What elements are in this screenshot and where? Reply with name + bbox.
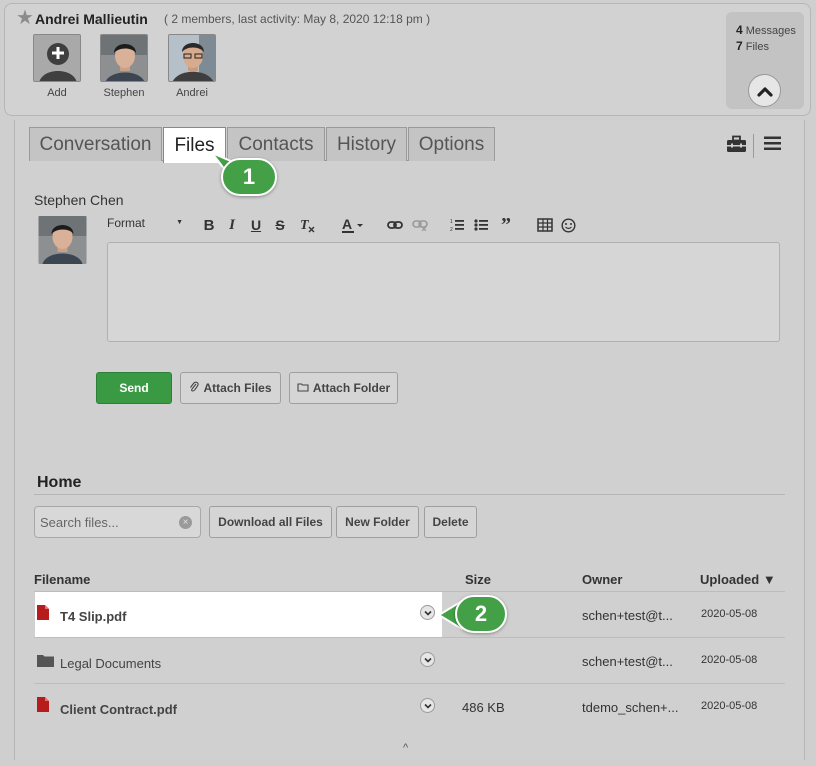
member-name: Stephen [103,87,145,99]
section-divider [34,494,785,495]
svg-text:T: T [300,218,310,233]
column-header-size[interactable]: Size [465,572,491,587]
svg-text:A: A [342,216,352,232]
conversation-title: Andrei Mallieutin [35,11,148,27]
folder-icon [37,654,54,672]
table-icon[interactable] [536,215,554,235]
file-name[interactable]: Client Contract.pdf [60,702,177,717]
avatar [38,216,87,264]
remove-format-icon[interactable]: T [297,215,317,235]
row-menu-button[interactable] [420,605,435,620]
paperclip-icon [189,381,200,396]
numbered-list-icon[interactable]: 12 [449,215,465,235]
member-name: Andrei [176,87,208,99]
member-stephen[interactable]: Stephen [91,34,157,99]
member-name: Add [47,87,67,99]
tab-history[interactable]: History [326,127,407,161]
collapse-button[interactable] [748,74,781,107]
svg-text:1: 1 [450,219,453,225]
caret-down-icon: ▼ [176,219,183,226]
row-menu-button[interactable] [420,652,435,667]
step-callout-2: 2 [455,595,507,633]
download-all-files-button[interactable]: Download all Files [209,506,332,538]
hamburger-menu-icon[interactable] [764,136,781,156]
column-header-uploaded[interactable]: Uploaded ▼ [700,572,776,587]
underline-icon[interactable]: U [249,215,263,235]
folder-title: Home [37,474,82,491]
tab-options[interactable]: Options [408,127,495,161]
messages-stat[interactable]: 4 Messages [736,23,796,37]
pdf-file-icon [37,605,49,625]
bulleted-list-icon[interactable] [473,215,489,235]
add-user-icon [33,34,81,82]
file-uploaded: 2020-05-08 [701,654,758,666]
column-header-owner[interactable]: Owner [582,572,622,587]
conversation-meta: ( 2 members, last activity: May 8, 2020 … [164,12,431,26]
file-size: 486 KB [462,700,505,715]
file-name[interactable]: T4 Slip.pdf [60,609,126,624]
new-folder-button[interactable]: New Folder [336,506,419,538]
chevron-down-icon [423,703,432,709]
unlink-icon[interactable] [411,215,429,235]
step-callout-1: 1 [221,158,277,196]
file-uploaded: 2020-05-08 [701,608,758,620]
strikethrough-icon[interactable]: S [273,215,287,235]
pdf-file-icon [37,697,49,717]
add-member-button[interactable]: Add [24,34,90,99]
clear-icon[interactable]: × [179,516,192,529]
italic-icon[interactable]: I [226,215,238,235]
column-header-filename[interactable]: Filename [34,572,90,587]
format-select[interactable]: Format ▼ [107,216,183,230]
avatar [100,34,148,82]
briefcase-icon[interactable] [726,135,747,158]
search-input[interactable] [35,507,165,537]
conversation-panel: Conversation Files Contacts History Opti… [14,120,805,760]
files-stat[interactable]: 7 Files [736,39,769,53]
message-editor[interactable] [107,242,780,342]
send-button[interactable]: Send [96,372,172,404]
svg-text:2: 2 [450,227,453,232]
emoji-icon[interactable] [560,215,576,235]
attach-files-button[interactable]: Attach Files [180,372,281,404]
file-owner: schen+test@t... [582,608,673,623]
delete-button[interactable]: Delete [424,506,477,538]
attach-folder-button[interactable]: Attach Folder [289,372,398,404]
composer-author: Stephen Chen [34,192,124,208]
folder-name[interactable]: Legal Documents [60,656,161,671]
text-color-icon[interactable]: A [340,215,366,235]
link-icon[interactable] [386,215,404,235]
table-row[interactable]: Client Contract.pdf 486 KB tdemo_schen+.… [34,684,785,729]
star-icon[interactable]: ★ [16,8,34,28]
chevron-down-icon [423,610,432,616]
toolbar-divider [753,134,754,158]
conversation-stats: 4 Messages 7 Files [726,12,804,109]
avatar [168,34,216,82]
file-owner: schen+test@t... [582,654,673,669]
search-files-box: × [34,506,201,538]
table-row[interactable]: Legal Documents schen+test@t... 2020-05-… [34,638,785,683]
member-andrei[interactable]: Andrei [159,34,225,99]
conversation-header: ★ Andrei Mallieutin ( 2 members, last ac… [4,3,811,116]
caret-up-icon[interactable]: ^ [403,742,408,754]
folder-outline-icon [297,381,309,395]
blockquote-icon[interactable]: ” [497,215,515,235]
row-menu-button[interactable] [420,698,435,713]
table-row[interactable]: T4 Slip.pdf schen+test@t... 2020-05-08 [34,592,785,637]
chevron-up-icon [756,86,773,97]
bold-icon[interactable]: B [202,215,216,235]
file-uploaded: 2020-05-08 [701,700,758,712]
chevron-down-icon [423,657,432,663]
tab-conversation[interactable]: Conversation [29,127,162,161]
file-owner: tdemo_schen+... [582,700,679,715]
